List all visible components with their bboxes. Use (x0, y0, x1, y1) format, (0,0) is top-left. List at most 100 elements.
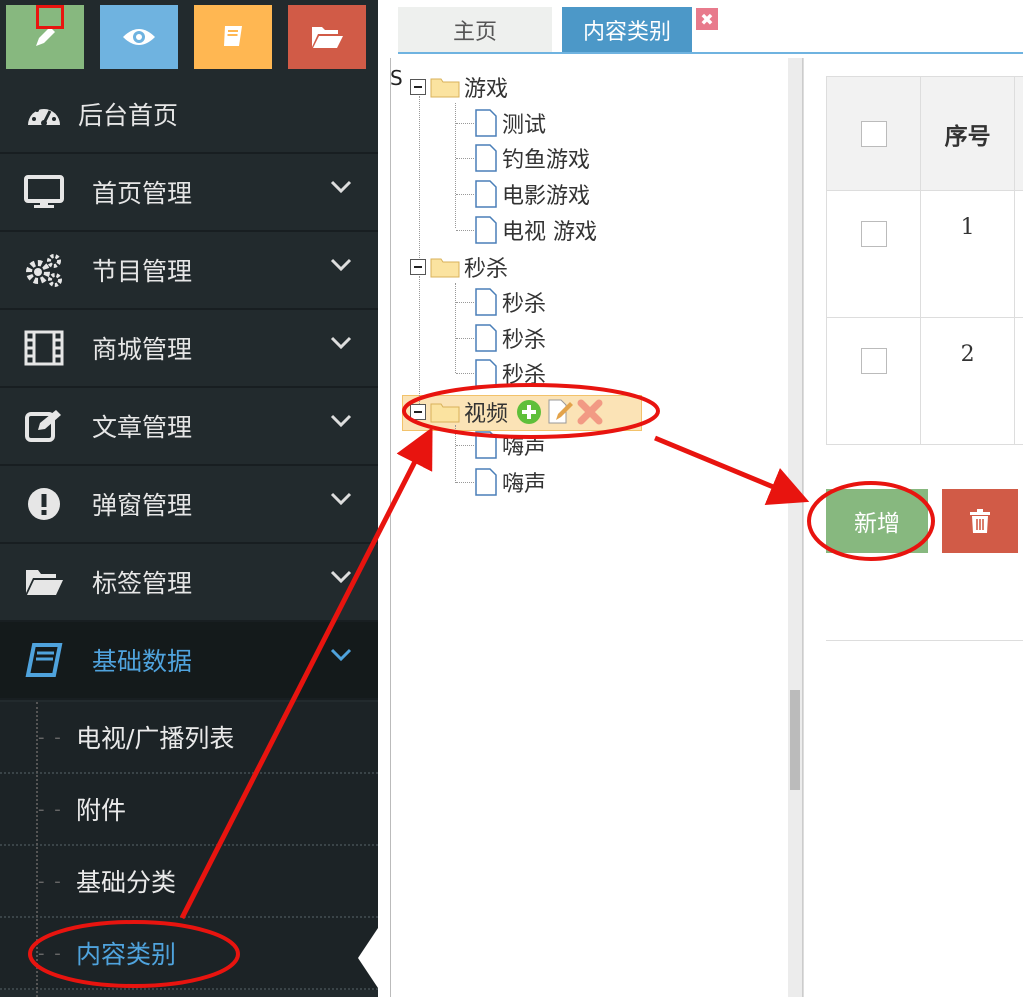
tree-scrollbar-thumb[interactable] (790, 690, 800, 790)
tree-dash: - - (38, 870, 63, 892)
tab-bar: 主页 内容类别 ✖ (378, 0, 1023, 55)
tree-dash: - - (38, 942, 63, 964)
file-icon (475, 144, 497, 172)
tab-home[interactable]: 主页 (398, 7, 552, 53)
row-overflow-cell (1014, 190, 1023, 318)
tree-group-node[interactable]: 秒杀 (410, 250, 508, 284)
menu-item-popup[interactable]: 弹窗管理 (0, 466, 378, 544)
menu-item-homepage[interactable]: 首页管理 (0, 154, 378, 232)
eye-icon (123, 29, 155, 45)
sidebar: 后台首页 首页管理 节目管理 商城管理 文章管理 弹窗管理 标签管理 基础数据 … (0, 0, 378, 997)
file-icon (475, 359, 497, 387)
tree-node-label: 视频 (464, 402, 509, 427)
row-checkbox[interactable] (860, 348, 887, 374)
submenu-item-attachment[interactable]: - - 附件 (0, 774, 378, 846)
tree-leaf-node[interactable]: 秒杀 (474, 321, 546, 355)
tree-leaf-node[interactable]: 嗨声 (474, 465, 546, 499)
exclamation-icon (24, 484, 64, 524)
shortcut-book-button[interactable] (194, 5, 272, 69)
collapse-toggle[interactable] (410, 259, 426, 275)
folder-icon (430, 78, 460, 98)
tree-connector (456, 194, 474, 195)
chevron-down-icon (330, 336, 352, 350)
tree-leaf-node[interactable]: 秒杀 (474, 356, 546, 390)
submenu-guide-line (36, 702, 38, 997)
add-button[interactable]: 新增 (826, 489, 928, 553)
menu-item-program[interactable]: 节目管理 (0, 232, 378, 310)
tree-connector (456, 338, 474, 339)
tree-scrollbar[interactable] (788, 58, 803, 997)
tree-leaf-node[interactable]: 电视 游戏 (474, 213, 597, 247)
chevron-down-icon (330, 414, 352, 428)
tree-leaf-node[interactable]: 电影游戏 (474, 177, 590, 211)
select-all-checkbox[interactable] (860, 120, 887, 147)
book-icon (24, 640, 64, 680)
tab-close-button[interactable]: ✖ (696, 8, 718, 30)
row-checkbox[interactable] (860, 221, 887, 247)
desktop-icon (24, 172, 64, 212)
shortcut-folder-button[interactable] (288, 5, 366, 69)
menu-item-mall[interactable]: 商城管理 (0, 310, 378, 388)
tree-node-label: 嗨声 (502, 472, 547, 497)
tree-connector (456, 302, 474, 303)
tree-group-node[interactable]: 游戏 (410, 70, 508, 104)
edit-icon (24, 406, 64, 446)
header-index-cell: 序号 (920, 76, 1016, 191)
tree-leaf-node[interactable]: 嗨声 (474, 428, 546, 462)
tree-connector (456, 445, 474, 446)
delete-node-icon[interactable] (576, 398, 604, 426)
submenu-item-tv-radio[interactable]: - - 电视/广播列表 (0, 702, 378, 774)
tree-root-marker: S (390, 66, 403, 90)
row-overflow-cell (1014, 317, 1023, 445)
file-icon (475, 180, 497, 208)
menu-item-dashboard[interactable]: 后台首页 (0, 76, 378, 154)
active-pointer (358, 928, 378, 988)
tree-node-label: 电视 游戏 (502, 220, 597, 245)
film-icon (24, 328, 64, 368)
table-row[interactable]: 2 (825, 317, 1023, 445)
row-index: 1 (920, 190, 1016, 318)
tree-node-label: 秒杀 (502, 328, 547, 353)
tree-node-label: 测试 (502, 113, 547, 138)
trash-icon (970, 509, 990, 533)
file-icon (475, 109, 497, 137)
tree-leaf-node[interactable]: 测试 (474, 106, 546, 140)
delete-button[interactable] (942, 489, 1018, 553)
header-overflow-cell (1014, 76, 1023, 191)
submenu-item-content-category[interactable]: - - 内容类别 (0, 918, 378, 990)
add-node-icon[interactable] (516, 399, 542, 425)
menu-item-basic-data[interactable]: 基础数据 (0, 622, 378, 700)
submenu-item-basic-category[interactable]: - - 基础分类 (0, 846, 378, 918)
tab-content-category[interactable]: 内容类别 (562, 7, 692, 53)
table-row[interactable]: 1 (825, 190, 1023, 318)
menu-label: 基础数据 (92, 647, 193, 676)
tree-node-label: 游戏 (464, 77, 509, 102)
tree-connector (456, 158, 474, 159)
tree-group-node-selected[interactable]: 视频 (410, 395, 604, 429)
menu-item-article[interactable]: 文章管理 (0, 388, 378, 466)
shortcut-eye-button[interactable] (100, 5, 178, 69)
tree-dash: - - (38, 726, 63, 748)
menu-label: 首页管理 (92, 179, 193, 208)
tree-connector (419, 276, 420, 412)
collapse-toggle[interactable] (410, 79, 426, 95)
tree-leaf-node[interactable]: 钓鱼游戏 (474, 141, 590, 175)
tree-node-label: 电影游戏 (502, 184, 591, 209)
tree-connector (419, 96, 420, 266)
submenu-label: 内容类别 (76, 940, 177, 969)
folder-icon (430, 403, 460, 423)
collapse-toggle[interactable] (410, 404, 426, 420)
tree-leaf-node[interactable]: 秒杀 (474, 285, 546, 319)
chevron-down-icon (330, 648, 352, 662)
tree-connector (456, 373, 474, 374)
menu-label: 文章管理 (92, 413, 193, 442)
tree-connector (455, 283, 456, 373)
file-icon (475, 468, 497, 496)
menu-label: 弹窗管理 (92, 491, 193, 520)
chevron-down-icon (330, 570, 352, 584)
edit-node-icon[interactable] (546, 398, 574, 426)
dashboard-icon (24, 94, 64, 134)
row-checkbox-cell (825, 190, 922, 318)
menu-item-tags[interactable]: 标签管理 (0, 544, 378, 622)
menu-label: 标签管理 (92, 569, 193, 598)
